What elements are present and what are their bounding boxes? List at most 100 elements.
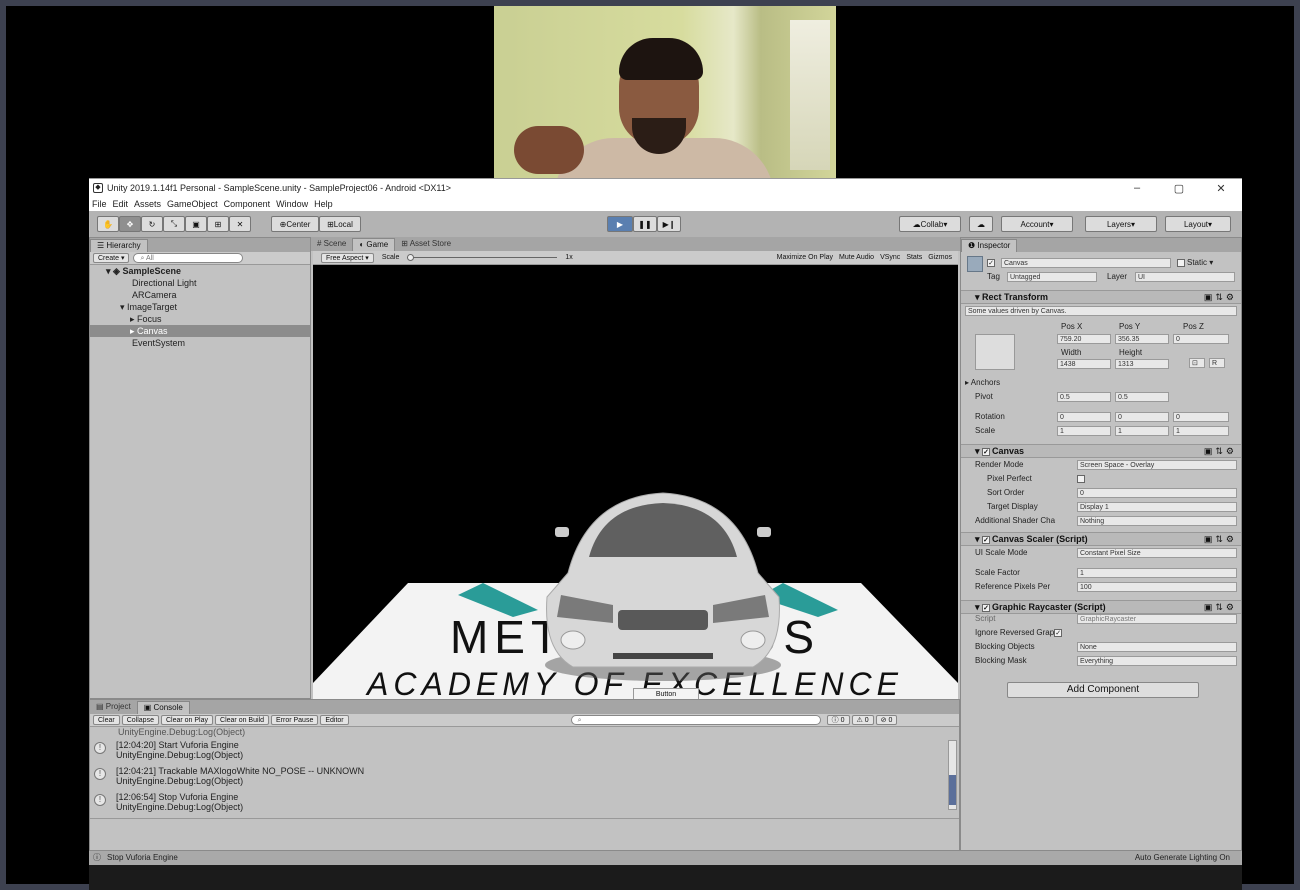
scale-slider-thumb[interactable]	[407, 254, 415, 261]
ui-scale-mode-dropdown[interactable]: Constant Pixel Size	[1077, 548, 1237, 558]
tab-project[interactable]: ▤ Project	[90, 701, 137, 714]
stats-toggle[interactable]: Stats	[906, 254, 922, 261]
hierarchy-search-input[interactable]: ⌕ All	[133, 253, 244, 263]
maximize-on-play-toggle[interactable]: Maximize On Play	[777, 254, 833, 261]
sort-order-field[interactable]: 0	[1077, 488, 1237, 498]
pivot-local-toggle[interactable]: ⊞ Local	[319, 216, 361, 232]
pixel-perfect-checkbox[interactable]	[1077, 474, 1085, 483]
menu-window[interactable]: Window	[276, 199, 308, 209]
game-view[interactable]: METAVERSUS ACADEMY OF EXCELLENCE Button	[313, 265, 958, 700]
tab-inspector[interactable]: ❶ Inspector	[961, 239, 1018, 252]
tab-scene[interactable]: # Scene	[311, 238, 352, 251]
cloud-services-icon[interactable]: ☁	[969, 216, 993, 232]
minimize-button[interactable]: –	[1116, 182, 1158, 195]
editor-dropdown[interactable]: Editor	[320, 715, 349, 725]
maximize-button[interactable]: ▢	[1158, 182, 1200, 195]
rotation-x-field[interactable]: 0	[1057, 412, 1111, 422]
target-display-dropdown[interactable]: Display 1	[1077, 502, 1237, 512]
additional-shader-dropdown[interactable]: Nothing	[1077, 516, 1237, 526]
blocking-objects-dropdown[interactable]: None	[1077, 642, 1237, 652]
create-dropdown[interactable]: Create ▾	[93, 253, 130, 263]
list-item-selected[interactable]: ▸ Canvas	[90, 325, 310, 337]
console-search-input[interactable]: ⌕	[570, 715, 821, 725]
component-menu-icons[interactable]: ▣⇅⚙	[1204, 533, 1237, 545]
scale-x-field[interactable]: 1	[1057, 426, 1111, 436]
pivot-x-field[interactable]: 0.5	[1057, 392, 1111, 402]
vsync-toggle[interactable]: VSync	[880, 254, 900, 261]
blocking-mask-dropdown[interactable]: Everything	[1077, 656, 1237, 666]
list-item[interactable]: Directional Light	[90, 277, 310, 289]
hand-tool-icon[interactable]: ✋	[97, 216, 119, 232]
account-dropdown[interactable]: Account ▾	[1001, 216, 1073, 232]
raw-edit-icon[interactable]: R	[1209, 358, 1225, 368]
collab-dropdown[interactable]: ☁ Collab ▾	[899, 216, 961, 232]
log-count-toggle[interactable]: ⓘ 0	[826, 715, 850, 725]
pos-x-field[interactable]: 759.20	[1057, 334, 1111, 344]
mute-audio-toggle[interactable]: Mute Audio	[839, 254, 874, 261]
scene-root[interactable]: ▾ ◈ SampleScene	[90, 265, 310, 277]
status-message[interactable]: Stop Vuforia Engine	[107, 853, 178, 862]
console-scrollbar-thumb[interactable]	[949, 775, 956, 805]
list-item[interactable]: EventSystem	[90, 337, 310, 349]
layers-dropdown[interactable]: Layers ▾	[1085, 216, 1157, 232]
console-scrollbar[interactable]	[948, 740, 957, 810]
static-checkbox[interactable]	[1177, 258, 1185, 267]
layer-dropdown[interactable]: UI	[1135, 272, 1235, 282]
list-item[interactable]: ▾ ImageTarget	[90, 301, 310, 313]
rotate-tool-icon[interactable]: ↻	[141, 216, 163, 232]
error-pause-toggle[interactable]: Error Pause	[270, 715, 319, 725]
ignore-reversed-checkbox[interactable]: ✓	[1054, 628, 1063, 637]
object-name-field[interactable]: Canvas	[1001, 258, 1171, 268]
menu-file[interactable]: File	[92, 199, 107, 209]
console-entry-1-text[interactable]: [12:04:20] Start Vuforia Engine	[116, 740, 239, 750]
scale-factor-field[interactable]: 1	[1077, 568, 1237, 578]
clear-on-play-toggle[interactable]: Clear on Play	[160, 715, 214, 725]
pos-z-field[interactable]: 0	[1173, 334, 1229, 344]
tab-hierarchy[interactable]: ☰ Hierarchy	[90, 239, 148, 252]
rotation-y-field[interactable]: 0	[1115, 412, 1169, 422]
layout-dropdown[interactable]: Layout ▾	[1165, 216, 1231, 232]
menu-assets[interactable]: Assets	[134, 199, 161, 209]
rect-tool-icon[interactable]: ▣	[185, 216, 207, 232]
canvas-scaler-header[interactable]: ▾ ✓ Canvas Scaler (Script) ▣⇅⚙	[961, 532, 1241, 546]
pos-y-field[interactable]: 356.35	[1115, 334, 1169, 344]
collapse-toggle[interactable]: Collapse	[121, 715, 159, 725]
clear-button[interactable]: Clear	[93, 715, 120, 725]
tag-dropdown[interactable]: Untagged	[1007, 272, 1097, 282]
anchors-foldout[interactable]: ▸ Anchors	[965, 378, 1000, 387]
raycaster-enabled-checkbox[interactable]: ✓	[982, 603, 991, 612]
scaler-enabled-checkbox[interactable]: ✓	[982, 535, 991, 544]
list-item[interactable]: ▸ Focus	[90, 313, 310, 325]
list-item[interactable]: ARCamera	[90, 289, 310, 301]
console-entry-3-text[interactable]: [12:06:54] Stop Vuforia Engine	[116, 792, 238, 802]
menu-component[interactable]: Component	[224, 199, 271, 209]
move-tool-icon[interactable]: ✥	[119, 216, 141, 232]
aspect-dropdown[interactable]: Free Aspect ▾	[321, 252, 374, 263]
reference-pixels-field[interactable]: 100	[1077, 582, 1237, 592]
canvas-enabled-checkbox[interactable]: ✓	[982, 447, 991, 456]
scale-slider[interactable]	[407, 254, 558, 261]
pivot-y-field[interactable]: 0.5	[1115, 392, 1169, 402]
menu-gameobject[interactable]: GameObject	[167, 199, 218, 209]
custom-tool-icon[interactable]: ✕	[229, 216, 251, 232]
render-mode-dropdown[interactable]: Screen Space - Overlay	[1077, 460, 1237, 470]
scale-tool-icon[interactable]: ⤡	[163, 216, 185, 232]
height-field[interactable]: 1313	[1115, 359, 1169, 369]
step-button[interactable]: ▶❙	[657, 216, 681, 232]
close-button[interactable]: ✕	[1200, 182, 1242, 195]
blueprint-mode-icon[interactable]: ⊡	[1189, 358, 1205, 368]
menu-edit[interactable]: Edit	[113, 199, 129, 209]
pivot-center-toggle[interactable]: ⊕ Center	[271, 216, 319, 232]
gizmos-dropdown[interactable]: Gizmos	[928, 254, 952, 261]
clear-on-build-toggle[interactable]: Clear on Build	[215, 715, 269, 725]
tab-game[interactable]: ◐ Game	[352, 238, 396, 251]
active-checkbox[interactable]: ✓	[987, 258, 995, 267]
pause-button[interactable]: ❚❚	[633, 216, 657, 232]
menu-help[interactable]: Help	[314, 199, 333, 209]
rect-transform-header[interactable]: ▾ Rect Transform ▣⇅⚙	[961, 290, 1241, 304]
tab-asset-store[interactable]: ⊞ Asset Store	[395, 238, 457, 251]
console-entry-2-text[interactable]: [12:04:21] Trackable MAXlogoWhite NO_POS…	[116, 766, 364, 776]
width-field[interactable]: 1438	[1057, 359, 1111, 369]
component-menu-icons[interactable]: ▣⇅⚙	[1204, 291, 1237, 303]
canvas-component-header[interactable]: ▾ ✓ Canvas ▣⇅⚙	[961, 444, 1241, 458]
